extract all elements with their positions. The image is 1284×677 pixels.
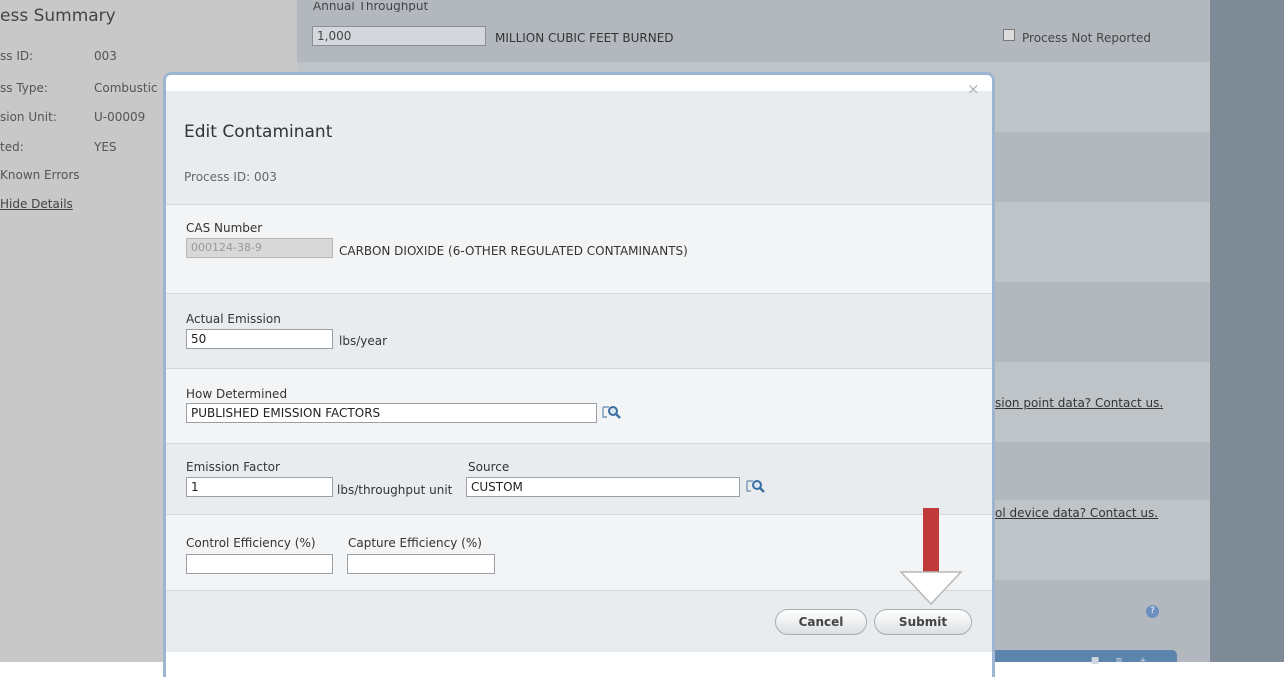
dialog-button-bar bbox=[166, 591, 992, 652]
edit-contaminant-dialog: × Edit Contaminant Process ID: 003 CAS N… bbox=[163, 72, 995, 677]
summary-value-process-id: 003 bbox=[94, 49, 117, 63]
known-errors-label: Known Errors bbox=[0, 168, 80, 182]
how-determined-input[interactable]: PUBLISHED EMISSION FACTORS bbox=[186, 403, 597, 423]
emission-factor-input[interactable]: 1 bbox=[186, 477, 333, 497]
dialog-titlebar bbox=[166, 75, 992, 91]
control-efficiency-input[interactable] bbox=[186, 554, 333, 574]
capture-efficiency-input[interactable] bbox=[347, 554, 495, 574]
control-device-contact-link[interactable]: ol device data? Contact us. bbox=[995, 506, 1158, 520]
list-icon[interactable]: ≡ bbox=[1114, 656, 1124, 666]
source-label: Source bbox=[468, 460, 510, 474]
right-sidebar bbox=[1210, 0, 1284, 662]
dialog-process-id: Process ID: 003 bbox=[184, 170, 277, 184]
summary-label-process-type: ss Type: bbox=[0, 81, 48, 95]
annual-throughput-label: Annual Throughput bbox=[313, 2, 429, 12]
cas-number-label: CAS Number bbox=[186, 221, 263, 235]
submit-button[interactable]: Submit bbox=[874, 609, 972, 635]
contaminant-description: CARBON DIOXIDE (6-OTHER REGULATED CONTAM… bbox=[339, 244, 688, 258]
summary-label-emission-unit: sion Unit: bbox=[0, 110, 57, 124]
page-footer-right bbox=[1210, 662, 1284, 677]
summary-value-reported: YES bbox=[94, 140, 117, 154]
summary-value-process-type: Combustic bbox=[94, 81, 158, 95]
summary-label-reported: ted: bbox=[0, 140, 24, 154]
capture-efficiency-label: Capture Efficiency (%) bbox=[348, 536, 482, 550]
copy-icon[interactable]: ■ bbox=[1090, 656, 1100, 666]
emission-factor-unit: lbs/throughput unit bbox=[337, 483, 453, 497]
close-icon[interactable]: × bbox=[967, 81, 980, 97]
dialog-header bbox=[166, 91, 992, 204]
dialog-title: Edit Contaminant bbox=[184, 122, 333, 142]
source-input[interactable]: CUSTOM bbox=[466, 477, 740, 497]
hide-details-link[interactable]: Hide Details bbox=[0, 197, 73, 211]
dialog-footer bbox=[166, 652, 992, 677]
actual-emission-unit: lbs/year bbox=[339, 334, 388, 348]
actual-emission-label: Actual Emission bbox=[186, 312, 281, 326]
lookup-icon[interactable] bbox=[744, 477, 766, 495]
summary-label-process-id: ss ID: bbox=[0, 49, 34, 63]
throughput-unit: MILLION CUBIC FEET BURNED bbox=[495, 31, 674, 45]
emission-factor-label: Emission Factor bbox=[186, 460, 280, 474]
process-summary-title: ess Summary bbox=[0, 6, 116, 26]
how-determined-label: How Determined bbox=[186, 387, 288, 401]
annual-throughput-input[interactable]: 1,000 bbox=[312, 26, 486, 46]
add-icon[interactable]: + bbox=[1138, 656, 1148, 666]
bottom-toolbar bbox=[987, 650, 1177, 662]
down-arrow-annotation bbox=[899, 508, 963, 606]
process-not-reported-label: Process Not Reported bbox=[1022, 31, 1151, 45]
process-not-reported-checkbox[interactable] bbox=[1003, 29, 1015, 41]
summary-value-emission-unit: U-00009 bbox=[94, 110, 146, 124]
lookup-icon[interactable] bbox=[600, 403, 622, 421]
efficiency-section bbox=[166, 515, 992, 590]
help-icon[interactable]: ? bbox=[1146, 605, 1159, 618]
cancel-button[interactable]: Cancel bbox=[775, 609, 867, 635]
cas-number-field: 000124-38-9 bbox=[186, 238, 333, 258]
emission-point-contact-link[interactable]: sion point data? Contact us. bbox=[995, 396, 1163, 410]
actual-emission-input[interactable]: 50 bbox=[186, 329, 333, 349]
control-efficiency-label: Control Efficiency (%) bbox=[186, 536, 316, 550]
